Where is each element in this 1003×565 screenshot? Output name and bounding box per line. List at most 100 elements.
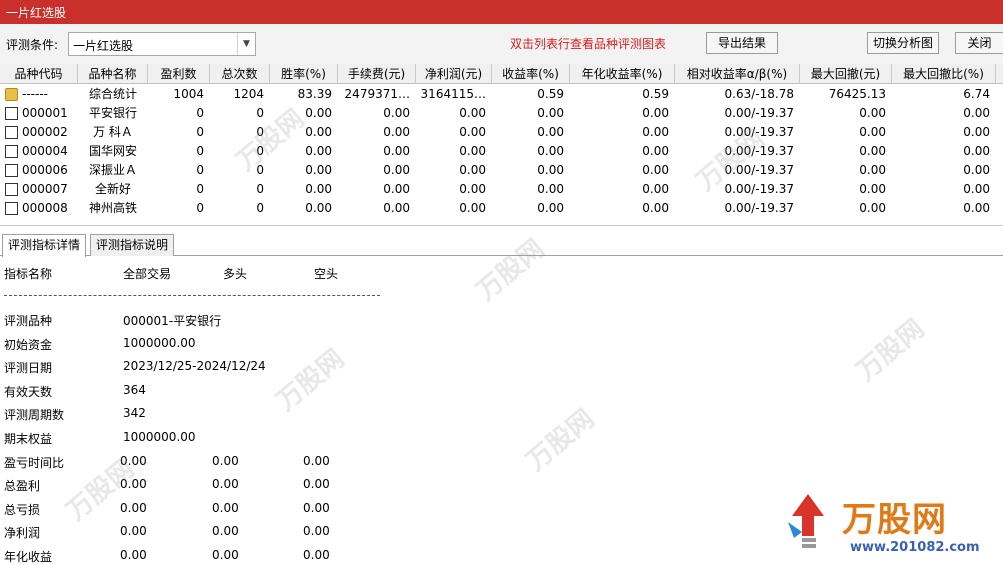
cell-max-drawdown-ratio: 6.74 (963, 87, 990, 101)
column-header-code[interactable]: 品种代码 (0, 64, 78, 84)
cell-name: 综合统计 (88, 87, 137, 101)
cell-code: 000001 (22, 106, 68, 120)
detail-header-long: 多头 (223, 267, 248, 281)
cell-win-rate: 0.00 (305, 144, 332, 158)
checkbox-icon[interactable] (5, 107, 18, 120)
cell-max-drawdown: 0.00 (859, 182, 886, 196)
detail-value: 0.00 (303, 501, 330, 515)
cell-win-count: 0 (196, 163, 204, 177)
detail-value: 1000000.00 (123, 430, 196, 444)
cell-total-count: 0 (256, 106, 264, 120)
column-header-win-rate[interactable]: 胜率(%) (270, 64, 338, 84)
cell-fee: 0.00 (383, 163, 410, 177)
cell-code: 000006 (22, 163, 68, 177)
cell-win-count: 1004 (173, 87, 204, 101)
cell-annual-return: 0.59 (642, 87, 669, 101)
double-click-hint: 双击列表行查看品种评测图表 (510, 37, 667, 51)
cell-max-drawdown: 0.00 (859, 201, 886, 215)
cell-relative-return: 0.00/-19.37 (724, 163, 794, 177)
detail-label: 评测周期数 (4, 408, 65, 422)
cell-fee: 0.00 (383, 144, 410, 158)
cell-annual-return: 0.00 (642, 201, 669, 215)
table-row[interactable]: 000002 万 科Ａ 0 0 0.00 0.00 0.00 0.00 0.00 0.00/-19… (0, 123, 1003, 142)
column-header-name[interactable]: 品种名称 (78, 64, 148, 84)
close-button[interactable]: 关闭 (955, 32, 1003, 54)
cell-return: 0.00 (537, 125, 564, 139)
cell-annual-return: 0.00 (642, 182, 669, 196)
detail-tabs: 评测指标详情 评测指标说明 (0, 232, 1003, 257)
cell-max-drawdown-ratio: 0.00 (963, 106, 990, 120)
detail-value: 0.00 (212, 477, 239, 491)
column-header-net-profit[interactable]: 净利润(元) (416, 64, 492, 84)
cell-win-count: 0 (196, 201, 204, 215)
cell-fee: 0.00 (383, 106, 410, 120)
switch-chart-button[interactable]: 切换分析图 (867, 32, 939, 54)
cell-fee: 0.00 (383, 201, 410, 215)
cell-name: 国华网安 (88, 144, 137, 158)
export-results-button[interactable]: 导出结果 (706, 32, 778, 54)
column-header-max-drawdown[interactable]: 最大回撤(元) (800, 64, 892, 84)
column-header-total-count[interactable]: 总次数 (210, 64, 270, 84)
dashed-divider (4, 295, 380, 296)
brand-url: www.201082.com (850, 540, 980, 555)
detail-value: 0.00 (303, 454, 330, 468)
cell-win-count: 0 (196, 106, 204, 120)
cell-return: 0.00 (537, 182, 564, 196)
detail-label: 总盈利 (4, 479, 41, 493)
checkbox-icon[interactable] (5, 183, 18, 196)
cell-net-profit: 0.00 (459, 201, 486, 215)
detail-value: 0.00 (120, 501, 147, 515)
cell-max-drawdown-ratio: 0.00 (963, 144, 990, 158)
results-table[interactable]: 品种代码 品种名称 盈利数 总次数 胜率(%) 手续费(元) 净利润(元) 收益… (0, 64, 1003, 226)
table-row[interactable]: 000006 深振业Ａ 0 0 0.00 0.00 0.00 0.00 0.00 0.00/-19… (0, 161, 1003, 180)
condition-select-value: 一片红选股 (73, 39, 134, 53)
cell-win-rate: 0.00 (305, 163, 332, 177)
detail-value: 364 (123, 383, 146, 397)
cell-win-rate: 0.00 (305, 201, 332, 215)
tab-indicator-description[interactable]: 评测指标说明 (90, 234, 175, 256)
cell-max-drawdown: 76425.13 (828, 87, 886, 101)
detail-value: 342 (123, 406, 146, 420)
cell-total-count: 0 (256, 163, 264, 177)
column-header-win-count[interactable]: 盈利数 (148, 64, 210, 84)
cell-return: 0.00 (537, 144, 564, 158)
detail-value: 2023/12/25-2024/12/24 (123, 359, 266, 373)
title-bar[interactable]: 一片红选股 (0, 0, 1003, 24)
table-row[interactable]: 000008 神州高铁 0 0 0.00 0.00 0.00 0.00 0.00 0.00/-19… (0, 199, 1003, 218)
column-header-max-drawdown-ratio[interactable]: 最大回撤比(%) (892, 64, 996, 84)
column-header-relative-return[interactable]: 相对收益率α/β(%) (675, 64, 800, 84)
detail-value: 0.00 (212, 501, 239, 515)
cell-net-profit: 3164115… (420, 87, 486, 101)
detail-value: 0.00 (303, 477, 330, 491)
table-row[interactable]: 000007 全新好 0 0 0.00 0.00 0.00 0.00 0.00 0.00/-19.… (0, 180, 1003, 199)
checkbox-icon[interactable] (5, 164, 18, 177)
column-header-annual-return[interactable]: 年化收益率(%) (570, 64, 675, 84)
table-row[interactable]: 000004 国华网安 0 0 0.00 0.00 0.00 0.00 0.00 0.00/-19… (0, 142, 1003, 161)
detail-label: 盈亏时间比 (4, 456, 65, 470)
detail-header-short: 空头 (314, 267, 339, 281)
table-row[interactable]: ------ 综合统计 1004 1204 83.39 2479371… 3164115… 0… (0, 85, 1003, 104)
checkbox-icon[interactable] (5, 202, 18, 215)
chevron-down-icon[interactable]: ▼ (237, 33, 255, 55)
condition-select[interactable]: 一片红选股 ▼ (68, 32, 256, 56)
detail-value: 0.00 (120, 454, 147, 468)
cell-relative-return: 0.00/-19.37 (724, 144, 794, 158)
detail-label: 有效天数 (4, 385, 53, 399)
column-header-return[interactable]: 收益率(%) (492, 64, 570, 84)
cell-annual-return: 0.00 (642, 125, 669, 139)
cell-code: 000002 (22, 125, 68, 139)
cell-win-rate: 0.00 (305, 125, 332, 139)
tab-indicator-details[interactable]: 评测指标详情 (2, 234, 87, 257)
checkbox-icon[interactable] (5, 145, 18, 158)
cell-return: 0.00 (537, 163, 564, 177)
cell-return: 0.00 (537, 201, 564, 215)
cell-max-drawdown: 0.00 (859, 144, 886, 158)
column-header-fee[interactable]: 手续费(元) (338, 64, 416, 84)
cell-name: 全新好 (94, 182, 131, 196)
toolbar: 评测条件: 一片红选股 ▼ 双击列表行查看品种评测图表 导出结果 切换分析图 关… (0, 24, 1003, 64)
checkbox-icon[interactable] (5, 126, 18, 139)
folder-icon (5, 88, 18, 101)
detail-value: 0.00 (212, 548, 239, 562)
table-row[interactable]: 000001 平安银行 0 0 0.00 0.00 0.00 0.00 0.00 0.00/-19… (0, 104, 1003, 123)
detail-label: 初始资金 (4, 338, 53, 352)
